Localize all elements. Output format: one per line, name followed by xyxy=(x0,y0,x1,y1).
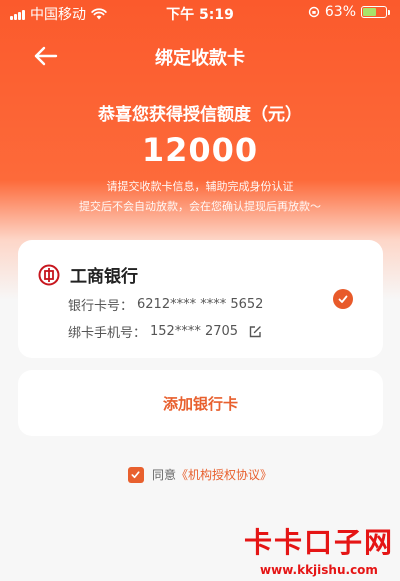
watermark-title: 卡卡口子网 xyxy=(243,526,394,559)
notice-line-2: 提交后不会自动放款，会在您确认提现后再放款～ xyxy=(79,200,321,213)
page-title: 绑定收款卡 xyxy=(155,48,245,69)
bank-card[interactable]: 工商银行 银行卡号： 6212**** **** 5652 绑卡手机号： 152… xyxy=(18,240,383,358)
add-bank-card-label: 添加银行卡 xyxy=(162,394,238,413)
orientation-lock-icon xyxy=(308,6,320,18)
card-number-label: 银行卡号： xyxy=(68,299,134,314)
card-number: 6212**** **** 5652 xyxy=(137,297,264,312)
status-right: 63% xyxy=(308,4,390,20)
checkmark-icon xyxy=(131,471,141,479)
agreement-prefix: 同意 xyxy=(151,468,176,482)
credit-hero: 恭喜您获得授信额度（元） 12000 请提交收款卡信息，辅助完成身份认证 提交后… xyxy=(0,100,400,217)
bank-header: 工商银行 xyxy=(38,262,138,287)
icbc-logo-icon xyxy=(38,264,60,285)
battery-tip xyxy=(388,9,390,15)
notice-line-1: 请提交收款卡信息，辅助完成身份认证 xyxy=(106,180,294,193)
status-bar: 中国移动 下午 5:19 63% xyxy=(0,0,400,26)
check-icon xyxy=(338,295,348,303)
agreement-row: 同意《机构授权协议》 xyxy=(0,466,400,483)
card-number-row: 银行卡号： 6212**** **** 5652 xyxy=(68,295,263,314)
credit-notice: 请提交收款卡信息，辅助完成身份认证 提交后不会自动放款，会在您确认提现后再放款～ xyxy=(0,177,400,217)
phone-label: 绑卡手机号： xyxy=(68,326,147,341)
battery-percent: 63% xyxy=(324,4,356,20)
credit-amount: 12000 xyxy=(141,131,259,169)
watermark-url: www.kkjishu.com xyxy=(260,563,378,577)
agreement-text: 同意《机构授权协议》 xyxy=(152,466,272,483)
agreement-checkbox[interactable] xyxy=(127,466,144,483)
add-bank-card-button[interactable]: 添加银行卡 xyxy=(18,370,383,436)
phone-row: 绑卡手机号： 152**** 2705 xyxy=(68,322,262,341)
battery-level xyxy=(363,8,377,16)
battery-icon xyxy=(361,6,387,18)
selected-check-icon[interactable] xyxy=(333,289,353,309)
watermark: 卡卡口子网 www.kkjishu.com xyxy=(244,521,394,577)
phone-number: 152**** 2705 xyxy=(150,324,239,339)
bank-name: 工商银行 xyxy=(70,267,138,287)
agreement-link[interactable]: 《机构授权协议》 xyxy=(176,468,272,482)
edit-icon[interactable] xyxy=(248,325,262,339)
nav-bar: 绑定收款卡 xyxy=(0,36,400,76)
credit-title: 恭喜您获得授信额度（元） xyxy=(98,105,302,125)
